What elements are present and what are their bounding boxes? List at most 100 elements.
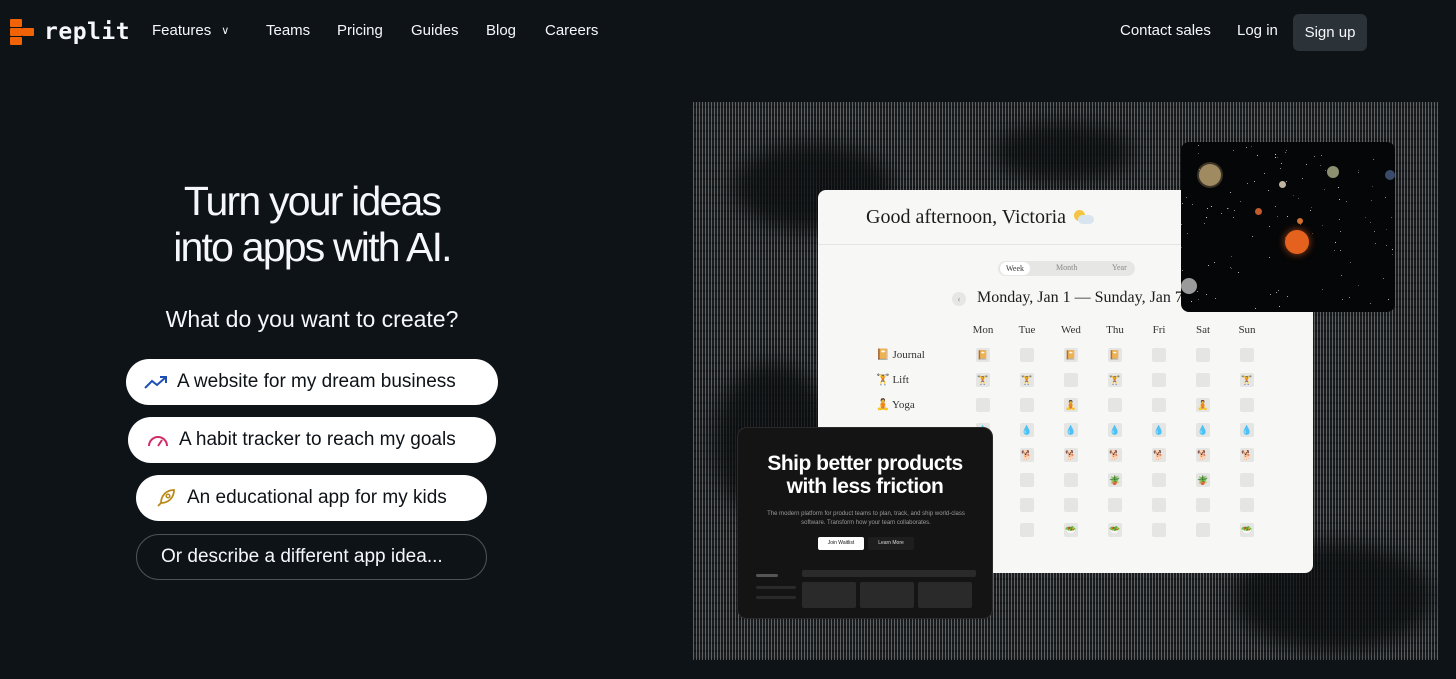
habit-cell[interactable] bbox=[1020, 523, 1034, 537]
nav-pricing[interactable]: Pricing bbox=[337, 22, 383, 39]
habit-cell[interactable] bbox=[1240, 473, 1254, 487]
habit-cell[interactable]: 💧 bbox=[1152, 423, 1166, 437]
star bbox=[1215, 298, 1216, 299]
star bbox=[1192, 204, 1193, 205]
habit-cell[interactable]: 🐕 bbox=[1064, 448, 1078, 462]
suggestion-habit-tracker[interactable]: A habit tracker to reach my goals bbox=[128, 417, 496, 463]
habit-cell[interactable]: 🥗 bbox=[1240, 523, 1254, 537]
habit-cell[interactable]: 🥗 bbox=[1064, 523, 1078, 537]
replit-logo[interactable]: replit bbox=[10, 19, 130, 45]
habit-cell[interactable] bbox=[1152, 348, 1166, 362]
habit-cell[interactable] bbox=[1240, 348, 1254, 362]
star bbox=[1293, 195, 1294, 196]
star bbox=[1321, 155, 1322, 156]
star bbox=[1370, 222, 1371, 223]
habit-cell[interactable]: 🏋 bbox=[1020, 373, 1034, 387]
habit-cell[interactable] bbox=[1196, 348, 1210, 362]
planet-icon bbox=[1181, 278, 1197, 294]
star bbox=[1257, 155, 1258, 156]
habit-cell[interactable] bbox=[1152, 498, 1166, 512]
habit-cell[interactable] bbox=[1020, 498, 1034, 512]
habit-cell[interactable]: 📔 bbox=[1064, 348, 1078, 362]
habit-cell[interactable] bbox=[1196, 498, 1210, 512]
suggestion-educational-app[interactable]: An educational app for my kids bbox=[136, 475, 487, 521]
login-link[interactable]: Log in bbox=[1237, 22, 1278, 39]
habit-cell[interactable]: 📔 bbox=[1108, 348, 1122, 362]
habit-cell[interactable] bbox=[1152, 473, 1166, 487]
star bbox=[1268, 190, 1269, 191]
suggestion-website-label: A website for my dream business bbox=[177, 371, 456, 392]
star bbox=[1269, 257, 1270, 258]
habit-cell[interactable]: 🧘 bbox=[1196, 398, 1210, 412]
prev-week-icon[interactable]: ‹ bbox=[952, 292, 966, 306]
star bbox=[1252, 236, 1253, 237]
habit-cell[interactable]: 🪴 bbox=[1196, 473, 1210, 487]
habit-cell[interactable]: 🐕 bbox=[1196, 448, 1210, 462]
nav-guides[interactable]: Guides bbox=[411, 22, 459, 39]
view-week[interactable]: Week bbox=[1000, 262, 1030, 275]
hero-question: What do you want to create? bbox=[165, 306, 459, 332]
habit-cell[interactable]: 🪴 bbox=[1108, 473, 1122, 487]
habit-lift: 🏋 Lift bbox=[876, 373, 909, 386]
star bbox=[1233, 150, 1234, 151]
habit-cell[interactable] bbox=[1196, 523, 1210, 537]
habit-cell[interactable]: 💧 bbox=[1108, 423, 1122, 437]
habit-cell[interactable] bbox=[1108, 398, 1122, 412]
habit-cell[interactable] bbox=[1064, 473, 1078, 487]
view-month[interactable]: Month bbox=[1056, 263, 1077, 272]
nav-features[interactable]: Features ∨ bbox=[152, 22, 229, 39]
star bbox=[1275, 154, 1276, 155]
star bbox=[1310, 210, 1311, 211]
habit-cell[interactable]: 💧 bbox=[1064, 423, 1078, 437]
nav-blog[interactable]: Blog bbox=[486, 22, 516, 39]
suggestion-website[interactable]: A website for my dream business bbox=[126, 359, 498, 405]
nav-careers[interactable]: Careers bbox=[545, 22, 598, 39]
greeting-text: Good afternoon, Victoria bbox=[866, 206, 1067, 228]
habit-cell[interactable]: 🏋 bbox=[976, 373, 990, 387]
habit-cell[interactable]: 💧 bbox=[1240, 423, 1254, 437]
view-year[interactable]: Year bbox=[1112, 263, 1127, 272]
habit-cell[interactable] bbox=[1020, 473, 1034, 487]
habit-cell[interactable] bbox=[1240, 498, 1254, 512]
habit-cell[interactable] bbox=[1152, 523, 1166, 537]
signup-button[interactable]: Sign up bbox=[1293, 14, 1367, 51]
brand-name: replit bbox=[44, 19, 131, 45]
join-waitlist-button[interactable]: Join Waitlist bbox=[818, 537, 864, 550]
habit-cell[interactable]: 🐕 bbox=[1152, 448, 1166, 462]
habit-cell[interactable]: 🥗 bbox=[1108, 523, 1122, 537]
star bbox=[1314, 156, 1315, 157]
contact-sales-link[interactable]: Contact sales bbox=[1120, 22, 1211, 39]
star bbox=[1302, 178, 1303, 179]
star bbox=[1182, 270, 1183, 271]
habit-cell[interactable] bbox=[1064, 373, 1078, 387]
star bbox=[1372, 186, 1373, 187]
star bbox=[1233, 217, 1234, 218]
habit-cell[interactable] bbox=[1020, 398, 1034, 412]
habit-cell[interactable] bbox=[1064, 498, 1078, 512]
describe-idea-button[interactable]: Or describe a different app idea... bbox=[136, 534, 487, 580]
star bbox=[1285, 152, 1286, 153]
star bbox=[1254, 181, 1255, 182]
habit-cell[interactable] bbox=[1152, 373, 1166, 387]
learn-more-button[interactable]: Learn More bbox=[868, 537, 914, 550]
star bbox=[1350, 262, 1351, 263]
star bbox=[1281, 163, 1282, 164]
promo-headline-2: with less friction bbox=[786, 475, 944, 498]
habit-cell[interactable]: 🐕 bbox=[1020, 448, 1034, 462]
habit-cell[interactable] bbox=[1108, 498, 1122, 512]
habit-cell[interactable] bbox=[1240, 398, 1254, 412]
habit-cell[interactable]: 🧘 bbox=[1064, 398, 1078, 412]
habit-cell[interactable]: 💧 bbox=[1196, 423, 1210, 437]
habit-cell[interactable]: 🐕 bbox=[1240, 448, 1254, 462]
habit-cell[interactable]: 📔 bbox=[976, 348, 990, 362]
habit-cell[interactable] bbox=[1196, 373, 1210, 387]
habit-cell[interactable]: 🏋 bbox=[1108, 373, 1122, 387]
habit-cell[interactable] bbox=[1152, 398, 1166, 412]
solar-system-card bbox=[1181, 142, 1395, 312]
habit-cell[interactable]: 🏋 bbox=[1240, 373, 1254, 387]
habit-cell[interactable]: 💧 bbox=[1020, 423, 1034, 437]
habit-cell[interactable] bbox=[1020, 348, 1034, 362]
habit-cell[interactable]: 🐕 bbox=[1108, 448, 1122, 462]
habit-cell[interactable] bbox=[976, 398, 990, 412]
nav-teams[interactable]: Teams bbox=[266, 22, 310, 39]
